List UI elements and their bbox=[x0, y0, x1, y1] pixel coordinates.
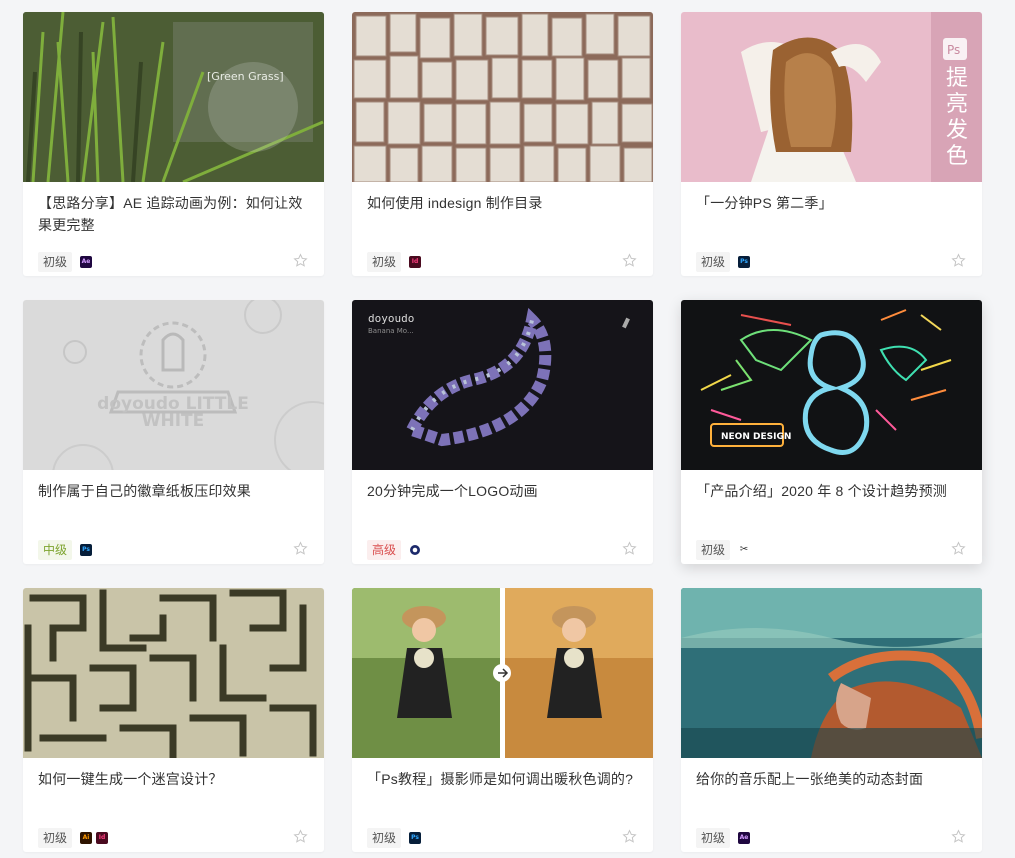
thumbnail-subcaption: Banana Mo... bbox=[368, 327, 414, 335]
level-badge: 初级 bbox=[696, 252, 731, 272]
cinema4d-icon bbox=[410, 545, 421, 555]
illustrator-icon: Ai bbox=[80, 832, 93, 844]
star-favorite-icon[interactable] bbox=[622, 829, 637, 844]
star-favorite-icon[interactable] bbox=[951, 829, 966, 844]
course-card[interactable]: [Green Grass] 【思路分享】AE 追踪动画为例：如何让效果更完整 初… bbox=[23, 12, 324, 276]
star-favorite-icon[interactable] bbox=[293, 253, 308, 268]
photoshop-icon: Ps bbox=[409, 832, 422, 844]
after-effects-icon: Ae bbox=[80, 256, 93, 268]
level-badge: 初级 bbox=[367, 252, 402, 272]
photoshop-icon: Ps bbox=[80, 544, 93, 556]
course-thumbnail[interactable]: doyoudo Banana Mo... bbox=[352, 300, 653, 470]
course-card[interactable]: 给你的音乐配上一张绝美的动态封面 初级 Ae bbox=[681, 588, 982, 852]
after-effects-icon: Ae bbox=[738, 832, 751, 844]
tools-icon: ✂ bbox=[739, 544, 749, 555]
course-thumbnail[interactable] bbox=[352, 12, 653, 182]
course-thumbnail[interactable]: Ps 提亮发色 bbox=[681, 12, 982, 182]
course-card[interactable]: doyoudo Banana Mo... 20分钟完成一个LOGO动画 高级 bbox=[352, 300, 653, 564]
thumbnail-caption: doyoudo bbox=[368, 312, 414, 325]
course-card[interactable]: 如何使用 indesign 制作目录 初级 Id bbox=[352, 12, 653, 276]
course-title[interactable]: 「产品介绍」2020 年 8 个设计趋势预测 bbox=[696, 480, 970, 502]
thumbnail-badge: Ps bbox=[947, 43, 960, 57]
star-favorite-icon[interactable] bbox=[622, 253, 637, 268]
course-card[interactable]: 如何一键生成一个迷宫设计？ 初级 Ai Id bbox=[23, 588, 324, 852]
course-card[interactable]: 「Ps教程」摄影师是如何调出暖秋色调的? 初级 Ps bbox=[352, 588, 653, 852]
course-thumbnail[interactable]: NEON DESIGN bbox=[681, 300, 982, 470]
thumbnail-caption: NEON DESIGN bbox=[721, 432, 791, 442]
indesign-icon: Id bbox=[409, 256, 422, 268]
course-card[interactable]: NEON DESIGN 「产品介绍」2020 年 8 个设计趋势预测 初级 ✂ bbox=[681, 300, 982, 564]
course-thumbnail[interactable]: [Green Grass] bbox=[23, 12, 324, 182]
course-title[interactable]: 制作属于自己的徽章纸板压印效果 bbox=[38, 480, 312, 502]
photoshop-icon: Ps bbox=[738, 256, 751, 268]
star-favorite-icon[interactable] bbox=[622, 541, 637, 556]
star-favorite-icon[interactable] bbox=[293, 541, 308, 556]
thumbnail-caption: [Green Grass] bbox=[207, 70, 284, 83]
course-title[interactable]: 「一分钟PS 第二季」 bbox=[696, 192, 970, 214]
star-favorite-icon[interactable] bbox=[293, 829, 308, 844]
course-card[interactable]: doyoudo LITTLE WHITE 制作属于自己的徽章纸板压印效果 中级 … bbox=[23, 300, 324, 564]
course-thumbnail[interactable] bbox=[23, 588, 324, 758]
thumbnail-caption: doyoudo LITTLE WHITE bbox=[97, 394, 249, 431]
course-title[interactable]: 给你的音乐配上一张绝美的动态封面 bbox=[696, 768, 970, 790]
level-badge: 初级 bbox=[367, 828, 402, 848]
level-badge: 初级 bbox=[38, 252, 73, 272]
course-card[interactable]: Ps 提亮发色 「一分钟PS 第二季」 初级 Ps bbox=[681, 12, 982, 276]
level-badge: 初级 bbox=[696, 540, 731, 560]
indesign-icon: Id bbox=[96, 832, 109, 844]
course-title[interactable]: 如何一键生成一个迷宫设计？ bbox=[38, 768, 312, 790]
star-favorite-icon[interactable] bbox=[951, 541, 966, 556]
course-title[interactable]: 20分钟完成一个LOGO动画 bbox=[367, 480, 641, 502]
course-thumbnail[interactable]: doyoudo LITTLE WHITE bbox=[23, 300, 324, 470]
course-thumbnail[interactable] bbox=[681, 588, 982, 758]
level-badge: 中级 bbox=[38, 540, 73, 560]
level-badge: 高级 bbox=[367, 540, 402, 560]
thumbnail-caption: 提亮发色 bbox=[946, 66, 969, 169]
course-title[interactable]: 「Ps教程」摄影师是如何调出暖秋色调的? bbox=[367, 768, 641, 790]
level-badge: 初级 bbox=[696, 828, 731, 848]
level-badge: 初级 bbox=[38, 828, 73, 848]
course-thumbnail[interactable] bbox=[352, 588, 653, 758]
star-favorite-icon[interactable] bbox=[951, 253, 966, 268]
course-title[interactable]: 【思路分享】AE 追踪动画为例：如何让效果更完整 bbox=[38, 192, 312, 236]
course-title[interactable]: 如何使用 indesign 制作目录 bbox=[367, 192, 641, 214]
